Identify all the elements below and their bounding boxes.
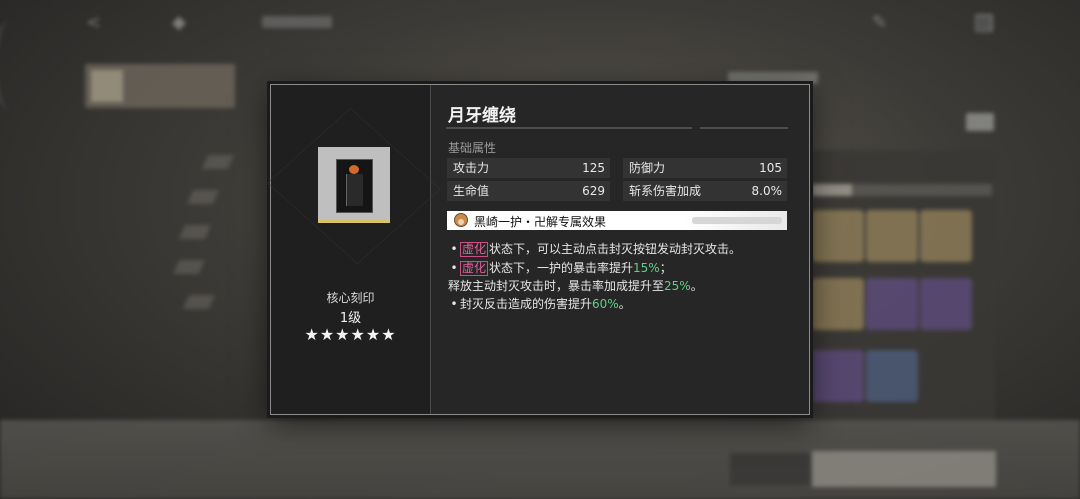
portrait-body — [346, 174, 363, 206]
imprint-card — [267, 107, 441, 265]
stat-value: 105 — [759, 161, 782, 175]
item-tile[interactable] — [920, 210, 972, 262]
effect-value: 60% — [592, 297, 619, 311]
item-tile[interactable] — [920, 278, 972, 330]
page-title-blurred — [262, 16, 332, 28]
nav-diamond[interactable] — [186, 190, 220, 204]
item-tile[interactable] — [812, 350, 864, 402]
bullet: • — [450, 242, 458, 256]
nav-diamond[interactable] — [178, 225, 212, 239]
bullet: • — [450, 297, 458, 311]
effect-text: 封灭反击造成的伤害提升 — [460, 297, 593, 311]
progress-bar — [812, 184, 992, 196]
effect-value: 15% — [633, 261, 660, 275]
effect-text-tail: ； — [659, 261, 672, 275]
settings-icon[interactable]: ✎ — [872, 14, 890, 32]
imprint-label: 核心刻印 — [326, 291, 375, 305]
stat-slash-bonus: 斩系伤害加成 8.0% — [623, 181, 787, 201]
stat-value: 8.0% — [751, 184, 783, 198]
title-divider — [700, 127, 788, 129]
effect-text-tail: 。 — [618, 297, 631, 311]
effect-line-4: • 封灭反击造成的伤害提升60%。 — [448, 295, 631, 312]
item-tile[interactable] — [812, 278, 864, 330]
stat-label: 防御力 — [629, 161, 666, 175]
item-tile[interactable] — [866, 278, 918, 330]
effect-value: 25% — [664, 279, 691, 293]
effect-text: 状态下，一护的暴击率提升 — [489, 261, 634, 275]
grid-icon[interactable]: ▦ — [975, 14, 993, 32]
right-panel-header — [728, 72, 818, 84]
portrait-head — [349, 165, 359, 174]
stat-label: 斩系伤害加成 — [629, 184, 702, 198]
effect-text-tail: 。 — [690, 279, 703, 293]
item-tile[interactable] — [812, 210, 864, 262]
nav-diamond[interactable] — [172, 260, 206, 274]
effect-header-fade — [692, 217, 782, 224]
effect-text: 状态下，可以主动点击封灭按钮发动封灭攻击。 — [489, 242, 742, 256]
imprint-stars: ★★★★★★ — [304, 325, 397, 344]
nav-diamond[interactable] — [201, 155, 235, 169]
imprint-card-pane: 核心刻印 1级 ★★★★★★ — [267, 85, 441, 414]
right-panel-tag[interactable] — [966, 113, 994, 131]
effect-line-1: • 虚化 状态下，可以主动点击封灭按钮发动封灭攻击。 — [448, 240, 741, 257]
stat-label: 攻击力 — [453, 161, 490, 175]
item-tile[interactable] — [866, 350, 918, 402]
share-icon[interactable]: < — [86, 14, 104, 32]
effect-line-2: • 虚化 状态下，一护的暴击率提升15%； — [448, 259, 672, 276]
stat-value: 125 — [582, 161, 605, 175]
character-avatar-icon — [454, 213, 468, 227]
card-frame — [318, 147, 390, 223]
effect-text: 释放主动封灭攻击时，暴击率加成提升至 — [448, 279, 665, 293]
effect-line-3: 释放主动封灭攻击时，暴击率加成提升至25%。 — [448, 277, 703, 294]
title-divider — [446, 127, 692, 129]
stat-hp: 生命值 629 — [447, 181, 610, 201]
item-tile[interactable] — [866, 210, 918, 262]
hollow-tag[interactable]: 虚化 — [460, 242, 489, 257]
nav-diamond[interactable] — [182, 295, 216, 309]
diamond-icon[interactable]: ◆ — [172, 14, 190, 32]
secondary-button[interactable] — [730, 453, 810, 485]
bullet: • — [450, 261, 458, 275]
stat-defense: 防御力 105 — [623, 158, 787, 178]
exclusive-effect-header: 黑崎一护・卍解专属效果 — [447, 211, 787, 230]
imprint-info-pane: 月牙缠绕 基础属性 攻击力 125 防御力 105 生命值 629 斩系伤害加成… — [446, 85, 791, 414]
hollow-tag[interactable]: 虚化 — [460, 261, 489, 276]
primary-button[interactable] — [812, 451, 996, 487]
stat-value: 629 — [582, 184, 605, 198]
effect-title: 黑崎一护・卍解专属效果 — [474, 215, 607, 229]
stat-label: 生命值 — [453, 184, 490, 198]
stat-attack: 攻击力 125 — [447, 158, 610, 178]
imprint-detail-dialog: 核心刻印 1级 ★★★★★★ 月牙缠绕 基础属性 攻击力 125 防御力 105… — [267, 84, 810, 415]
character-portrait — [336, 159, 373, 213]
skill-title: 月牙缠绕 — [448, 106, 516, 126]
character-card-blurred[interactable] — [85, 64, 235, 108]
imprint-level: 1级 — [339, 311, 362, 326]
base-attr-label: 基础属性 — [448, 141, 497, 155]
decorative-arc — [0, 20, 26, 110]
